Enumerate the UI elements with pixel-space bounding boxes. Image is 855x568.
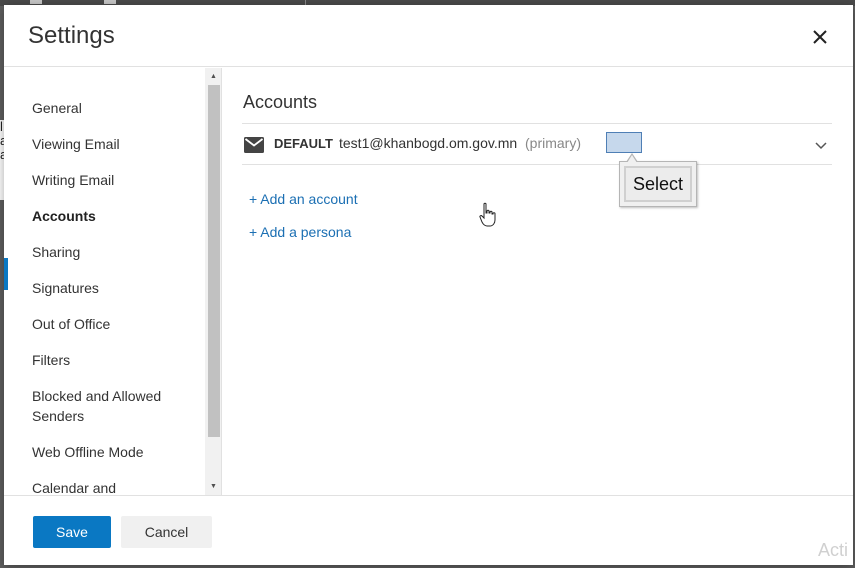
select-tooltip: Select [619,153,697,207]
account-email: test1@khanbogd.om.gov.mn [339,135,518,151]
sidebar-item-out-of-office[interactable]: Out of Office [32,314,202,334]
account-primary-label: (primary) [525,135,581,151]
sidebar-item-blocked-and-allowed-senders[interactable]: Blocked and Allowed Senders [32,386,182,426]
active-indicator [4,258,8,290]
add-persona-link[interactable]: + Add a persona [249,224,351,240]
sidebar-item-sharing[interactable]: Sharing [32,242,202,262]
sidebar-item-calendar[interactable]: Calendar and [32,478,202,495]
close-icon [813,29,827,44]
scroll-down-arrow-icon[interactable]: ▼ [205,478,221,495]
dialog-title: Settings [28,22,115,49]
sidebar-item-filters[interactable]: Filters [32,350,202,370]
cancel-button[interactable]: Cancel [121,516,212,548]
settings-content: Accounts DEFAULT test1@khanbogd.om.gov.m… [223,68,853,495]
section-title: Accounts [243,92,318,112]
account-select-box[interactable] [606,132,642,153]
sidebar-item-general[interactable]: General [32,98,202,118]
sidebar-item-writing-email[interactable]: Writing Email [32,170,202,190]
mail-icon [244,137,264,153]
sidebar-scrollbar[interactable]: ▲ ▼ [205,68,221,495]
settings-dialog: Settings General Viewing Email Writing E… [4,5,853,565]
chevron-down-icon[interactable] [814,138,828,152]
background-mark [30,0,42,4]
sidebar-item-web-offline-mode[interactable]: Web Offline Mode [32,442,202,462]
close-button[interactable] [805,25,835,51]
add-account-link[interactable]: + Add an account [249,191,358,207]
sidebar-item-signatures[interactable]: Signatures [32,278,202,298]
scrollbar-thumb[interactable] [208,85,220,437]
save-button[interactable]: Save [33,516,111,548]
tooltip-label: Select [624,166,692,202]
sidebar-item-accounts[interactable]: Accounts [32,206,202,226]
settings-sidebar: General Viewing Email Writing Email Acco… [4,68,222,495]
account-row[interactable]: DEFAULT test1@khanbogd.om.gov.mn (primar… [242,123,832,165]
tooltip-pointer-fill [627,155,637,163]
sidebar-item-viewing-email[interactable]: Viewing Email [32,134,202,154]
hand-cursor-icon [479,202,496,227]
background-mark [104,0,116,4]
dialog-header: Settings [4,5,853,67]
account-default-badge: DEFAULT [274,136,333,151]
activation-watermark: Acti [818,540,849,560]
scroll-up-arrow-icon[interactable]: ▲ [205,68,221,85]
dialog-footer: Save Cancel [4,495,853,565]
